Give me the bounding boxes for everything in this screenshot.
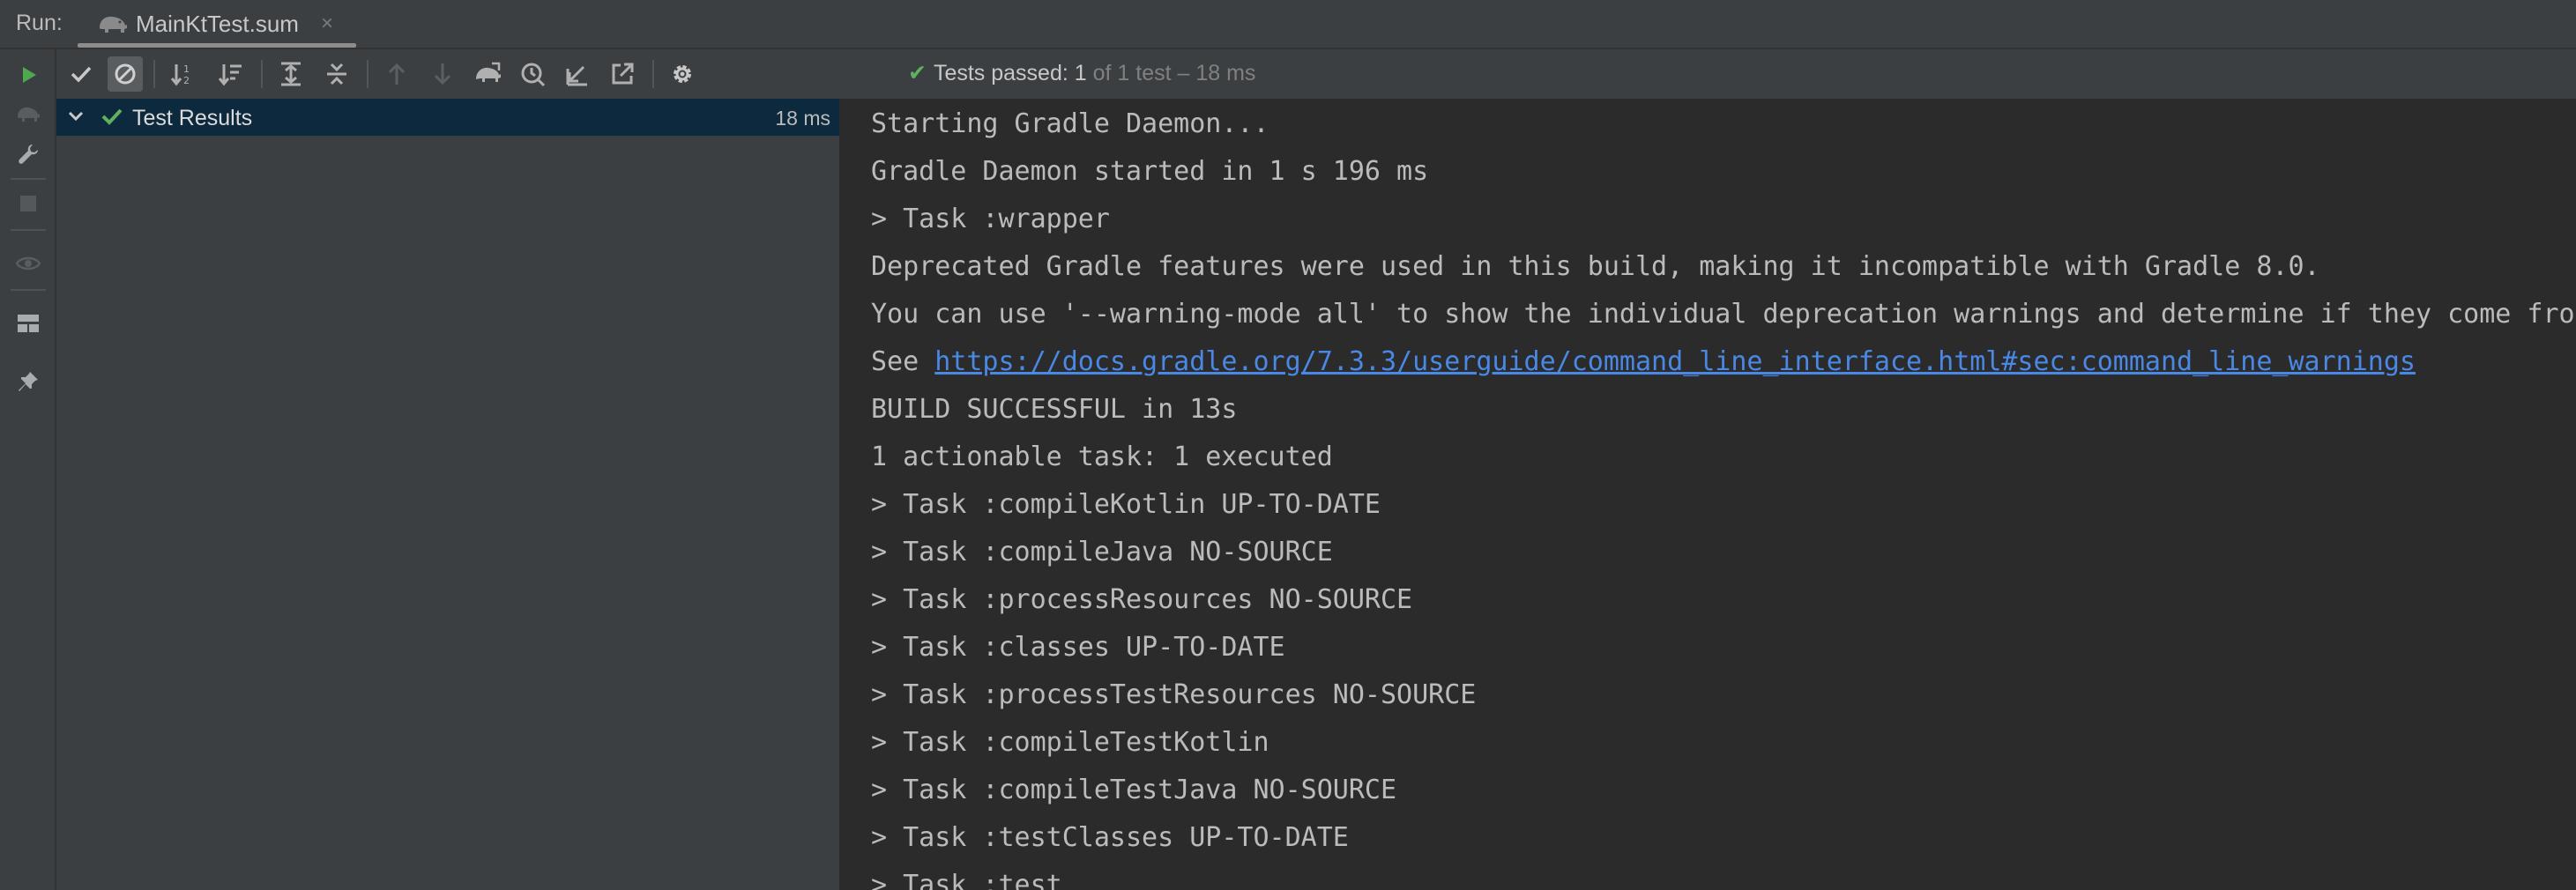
stop-icon	[20, 196, 36, 211]
show-passed-icon	[71, 66, 92, 83]
console-line: 1 actionable task: 1 executed	[871, 441, 1333, 472]
open-results-externally-button[interactable]	[605, 56, 640, 92]
test-results-tree: Test Results 18 ms	[56, 99, 841, 890]
console-line: > Task :compileJava NO-SOURCE	[871, 537, 1333, 567]
run-label: Run:	[16, 11, 63, 35]
console-line: Gradle Daemon started in 1 s 196 ms	[871, 156, 1429, 187]
console-line: > Task :compileTestJava NO-SOURCE	[871, 775, 1397, 805]
strip-divider	[11, 229, 46, 231]
svg-text:2: 2	[183, 75, 190, 86]
settings-gear-icon	[674, 65, 691, 83]
settings-wrench-button[interactable]	[11, 137, 45, 171]
layout-icon	[18, 315, 39, 332]
rerun-icon	[23, 67, 36, 83]
rerun-failed-button[interactable]	[11, 97, 45, 130]
strip-divider	[11, 289, 46, 291]
import-tests-icon	[476, 62, 501, 82]
toolbar-divider	[261, 60, 263, 88]
open-external-icon	[612, 63, 634, 85]
close-icon[interactable]: ×	[321, 12, 333, 35]
rerun-failed-icon	[18, 107, 40, 122]
console-line: > Task :test	[871, 870, 1062, 890]
svg-text:1: 1	[183, 63, 190, 75]
eye-icon	[16, 256, 41, 271]
tests-total-duration-text: of 1 test – 18 ms	[1086, 61, 1256, 85]
console-see-line: See https://docs.gradle.org/7.3.3/usergu…	[871, 345, 2416, 379]
passed-check-icon	[101, 108, 123, 125]
test-history-button[interactable]	[515, 56, 550, 92]
console-line: Starting Gradle Daemon...	[871, 108, 1269, 139]
stop-button[interactable]	[11, 187, 45, 220]
show-ignored-icon	[115, 63, 136, 85]
sort-alpha-icon: 1 2	[170, 63, 190, 86]
collapse-all-icon	[327, 63, 346, 85]
console-line: > Task :compileTestKotlin	[871, 727, 1269, 758]
deprecation-docs-link[interactable]: https://docs.gradle.org/7.3.3/userguide/…	[934, 346, 2416, 377]
toolbar-divider	[153, 60, 155, 88]
toggle-visibility-button[interactable]	[11, 247, 45, 280]
active-tab-indicator	[78, 43, 356, 48]
collapse-all-button[interactable]	[319, 56, 354, 92]
console-line: > Task :testClasses UP-TO-DATE	[871, 822, 1349, 853]
show-ignored-button[interactable]	[108, 56, 143, 92]
wrench-icon	[19, 145, 38, 164]
console-line: BUILD SUCCESSFUL in 13s	[871, 394, 1238, 425]
export-icon	[566, 65, 587, 86]
chevron-down-icon[interactable]	[65, 106, 86, 127]
run-tab-label: MainKtTest.sum	[136, 11, 299, 37]
export-results-button[interactable]	[559, 56, 594, 92]
tree-row-test-results[interactable]: Test Results 18 ms	[56, 99, 839, 136]
show-passed-button[interactable]	[63, 56, 99, 92]
tests-passed-text: Tests passed: 1	[933, 61, 1087, 85]
sort-duration-icon	[218, 64, 242, 86]
run-side-toolbar	[0, 49, 56, 890]
gradle-elephant-icon	[100, 16, 127, 33]
rerun-button[interactable]	[11, 58, 45, 92]
expand-all-icon	[281, 62, 301, 86]
console-line: > Task :classes UP-TO-DATE	[871, 632, 1285, 663]
toolbar-divider	[652, 60, 654, 88]
previous-failed-test-button[interactable]	[379, 56, 414, 92]
console-line: > Task :compileKotlin UP-TO-DATE	[871, 489, 1381, 520]
next-failed-test-button[interactable]	[425, 56, 460, 92]
console-line: > Task :processTestResources NO-SOURCE	[871, 679, 1477, 710]
next-failed-icon	[434, 63, 451, 85]
toolbar-divider	[367, 60, 369, 88]
history-icon	[521, 63, 546, 87]
console-line: You can use '--warning-mode all' to show…	[871, 299, 2576, 330]
sort-by-duration-button[interactable]	[213, 56, 249, 92]
pin-tab-button[interactable]	[11, 365, 45, 398]
prev-failed-icon	[388, 63, 406, 85]
test-runner-toolbar: 1 2 ✔ Tests passed: 1 of 1 test – 18 ms	[56, 49, 2576, 99]
tree-item-label: Test Results	[132, 106, 253, 130]
layout-button[interactable]	[11, 307, 45, 340]
test-status-summary: ✔ Tests passed: 1 of 1 test – 18 ms	[908, 60, 1255, 86]
sort-alphabetically-button[interactable]: 1 2	[166, 56, 201, 92]
test-runner-settings-button[interactable]	[665, 56, 700, 92]
expand-all-button[interactable]	[273, 56, 309, 92]
import-tests-button[interactable]	[471, 56, 506, 92]
run-tool-window-header: Run: MainKtTest.sum ×	[0, 0, 2576, 49]
passed-check-icon: ✔	[908, 61, 927, 85]
see-prefix: See	[871, 346, 935, 377]
strip-divider	[11, 178, 46, 180]
tree-item-duration: 18 ms	[775, 107, 830, 130]
console-line: Deprecated Gradle features were used in …	[871, 251, 2320, 282]
console-output[interactable]: Starting Gradle Daemon... Gradle Daemon …	[843, 99, 2576, 890]
console-line: > Task :processResources NO-SOURCE	[871, 584, 1413, 615]
pin-icon	[19, 372, 38, 391]
run-tab-mainkttest[interactable]: MainKtTest.sum ×	[78, 0, 356, 49]
console-line: > Task :wrapper	[871, 204, 1110, 234]
